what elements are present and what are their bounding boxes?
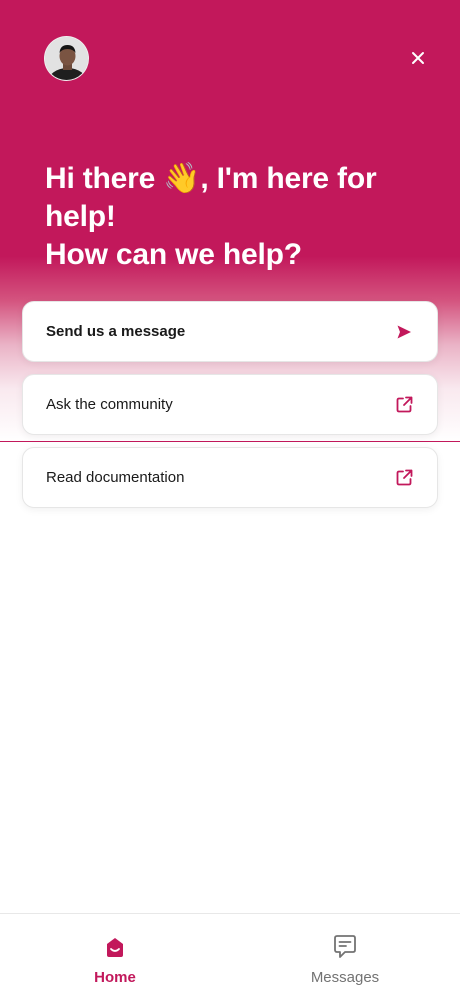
tab-home[interactable]: Home: [0, 914, 230, 1000]
read-documentation-label: Read documentation: [46, 469, 185, 486]
external-link-icon: [395, 469, 413, 487]
home-icon: [102, 934, 128, 960]
header-divider: [0, 441, 460, 442]
agent-avatar: [44, 36, 89, 81]
ask-community-label: Ask the community: [46, 396, 173, 413]
read-documentation-card[interactable]: Read documentation: [22, 447, 438, 508]
greeting-heading: Hi there 👋, I'm here for help! How can w…: [45, 160, 425, 274]
greeting-line-1: Hi there 👋, I'm here for: [45, 162, 377, 195]
tab-messages-label: Messages: [310, 969, 380, 986]
tab-messages[interactable]: Messages: [230, 914, 460, 1000]
close-button[interactable]: [404, 44, 432, 72]
send-message-card[interactable]: Send us a message: [22, 301, 438, 362]
messages-icon: [332, 934, 358, 960]
external-link-icon: [395, 396, 413, 414]
close-icon: [412, 52, 424, 64]
bottom-tab-bar: Home Messages: [0, 913, 460, 1000]
send-message-label: Send us a message: [46, 323, 186, 340]
greeting-line-2: help!: [45, 200, 116, 233]
ask-community-card[interactable]: Ask the community: [22, 374, 438, 435]
send-icon: [395, 323, 413, 341]
greeting-line-3: How can we help?: [45, 238, 302, 271]
tab-home-label: Home: [94, 969, 136, 986]
